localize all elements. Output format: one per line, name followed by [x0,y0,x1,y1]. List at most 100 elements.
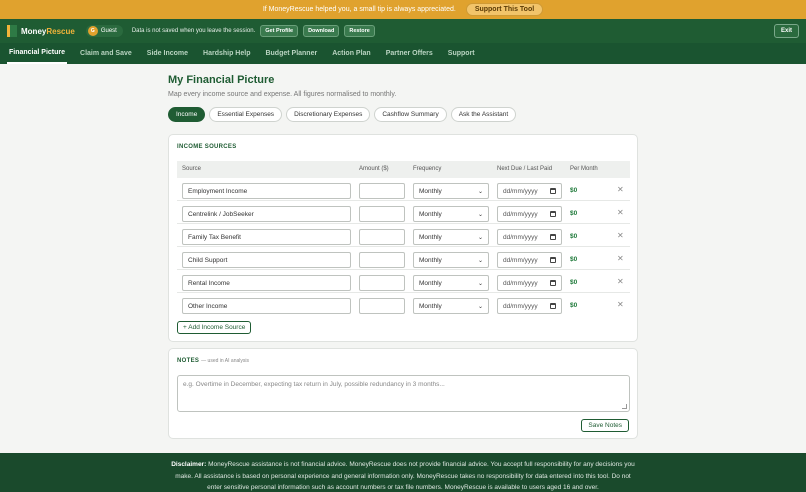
notes-hint: — used in AI analysis [201,358,249,364]
tab-cashflow-summary[interactable]: Cashflow Summary [374,107,447,122]
source-input[interactable]: Rental Income [182,275,351,291]
page-subtitle: Map every income source and expense. All… [168,91,397,98]
date-value: dd/mm/yyyy [503,279,538,287]
source-input[interactable]: Centrelink / JobSeeker [182,206,351,222]
disclaimer-text: MoneyRescue assistance is not financial … [175,461,635,491]
close-icon[interactable]: ✕ [617,208,624,217]
notes-textarea[interactable]: e.g. Overtime in December, expecting tax… [177,375,630,412]
frequency-select[interactable]: Monthly ⌄ [413,298,489,314]
disclaimer-label: Disclaimer: [171,461,207,468]
per-month-value: $0 [570,302,578,309]
source-input[interactable]: Child Support [182,252,351,268]
close-icon[interactable]: ✕ [617,277,624,286]
col-amount: Amount ($) [359,166,389,172]
add-income-source-button[interactable]: + Add Income Source [177,321,252,334]
save-notes-button[interactable]: Save Notes [581,419,629,432]
source-input[interactable]: Family Tax Benefit [182,229,351,245]
chevron-down-icon: ⌄ [477,280,483,287]
calendar-icon[interactable] [550,234,556,240]
income-card: INCOME SOURCES Source Amount ($) Frequen… [168,134,638,342]
download-button[interactable]: Download [303,25,340,37]
per-month-value: $0 [570,187,578,194]
source-input[interactable]: Employment Income [182,183,351,199]
income-section-title: INCOME SOURCES [177,144,237,150]
nav-hardship-help[interactable]: Hardship Help [201,43,252,64]
per-month-value: $0 [570,279,578,286]
close-icon[interactable]: ✕ [617,300,624,309]
tab-income[interactable]: Income [168,107,206,122]
date-input[interactable]: dd/mm/yyyy [497,298,562,314]
frequency-select[interactable]: Monthly ⌄ [413,275,489,291]
resize-handle-icon[interactable] [622,404,627,409]
nav-claim-and-save[interactable]: Claim and Save [78,43,134,64]
frequency-select[interactable]: Monthly ⌄ [413,229,489,245]
table-row: Family Tax Benefit Monthly ⌄ dd/mm/yyyy $… [177,224,630,247]
date-input[interactable]: dd/mm/yyyy [497,183,562,199]
col-per-month: Per Month [570,166,598,172]
disclaimer-footer: Disclaimer: MoneyRescue assistance is no… [0,453,806,492]
calendar-icon[interactable] [550,188,556,194]
source-input[interactable]: Other Income [182,298,351,314]
amount-input[interactable] [359,252,405,268]
session-notice: Data is not saved when you leave the ses… [131,28,256,34]
date-input[interactable]: dd/mm/yyyy [497,252,562,268]
amount-input[interactable] [359,206,405,222]
amount-input[interactable] [359,275,405,291]
nav-partner-offers[interactable]: Partner Offers [384,43,435,64]
restore-button[interactable]: Restore [344,25,375,37]
frequency-value: Monthly [419,279,442,287]
close-icon[interactable]: ✕ [617,254,624,263]
calendar-icon[interactable] [550,303,556,309]
table-row: Centrelink / JobSeeker Monthly ⌄ dd/mm/yy… [177,201,630,224]
support-button[interactable]: Support This Tool [465,3,544,16]
date-input[interactable]: dd/mm/yyyy [497,229,562,245]
calendar-icon[interactable] [550,280,556,286]
close-icon[interactable]: ✕ [617,231,624,240]
notes-card: NOTES — used in AI analysis e.g. Overtime… [168,348,638,439]
guest-label: Guest [100,28,117,34]
date-input[interactable]: dd/mm/yyyy [497,275,562,291]
notes-placeholder: e.g. Overtime in December, expecting tax… [183,381,445,388]
exit-button[interactable]: Exit [773,24,799,38]
logo-icon [7,25,17,37]
top-bar: MoneyRescue G Guest Data is not saved wh… [0,19,806,43]
get-profile-button[interactable]: Get Profile [260,25,299,37]
frequency-select[interactable]: Monthly ⌄ [413,183,489,199]
col-source: Source [182,166,202,172]
notes-section-title: NOTES — used in AI analysis [177,358,249,364]
date-value: dd/mm/yyyy [503,302,538,310]
col-date: Next Due / Last Paid [497,166,553,172]
frequency-value: Monthly [419,256,442,264]
guest-badge[interactable]: G Guest [85,25,123,37]
amount-input[interactable] [359,229,405,245]
date-input[interactable]: dd/mm/yyyy [497,206,562,222]
frequency-select[interactable]: Monthly ⌄ [413,252,489,268]
tab-essential-expenses[interactable]: Essential Expenses [209,107,283,122]
nav-support[interactable]: Support [446,43,477,64]
nav-financial-picture[interactable]: Financial Picture [7,43,68,64]
income-table-header: Source Amount ($) Frequency Next Due / L… [177,161,630,178]
tab-discretionary-expenses[interactable]: Discretionary Expenses [286,107,371,122]
page-title: My Financial Picture [168,74,275,86]
tab-ask-assistant[interactable]: Ask the Assistant [450,107,517,122]
table-row: Child Support Monthly ⌄ dd/mm/yyyy $0 ✕ [177,247,630,270]
date-value: dd/mm/yyyy [503,187,538,195]
chevron-down-icon: ⌄ [477,188,483,195]
calendar-icon[interactable] [550,211,556,217]
amount-input[interactable] [359,183,405,199]
table-row: Other Income Monthly ⌄ dd/mm/yyyy $0 ✕ [177,293,630,316]
col-frequency: Frequency [413,166,442,172]
nav-side-income[interactable]: Side Income [145,43,190,64]
frequency-value: Monthly [419,210,442,218]
calendar-icon[interactable] [550,257,556,263]
nav-budget-planner[interactable]: Budget Planner [263,43,319,64]
table-row: Employment Income Monthly ⌄ dd/mm/yyyy $0… [177,178,630,201]
amount-input[interactable] [359,298,405,314]
frequency-select[interactable]: Monthly ⌄ [413,206,489,222]
logo[interactable]: MoneyRescue [7,25,75,37]
nav-action-plan[interactable]: Action Plan [330,43,373,64]
per-month-value: $0 [570,256,578,263]
date-value: dd/mm/yyyy [503,210,538,218]
close-icon[interactable]: ✕ [617,185,624,194]
per-month-value: $0 [570,233,578,240]
